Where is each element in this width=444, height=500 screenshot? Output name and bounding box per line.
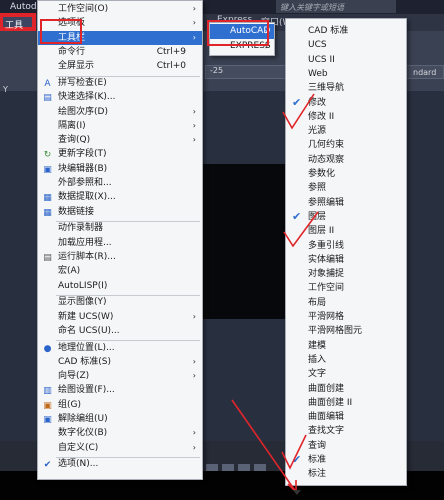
annotation-marks: [231, 93, 319, 495]
